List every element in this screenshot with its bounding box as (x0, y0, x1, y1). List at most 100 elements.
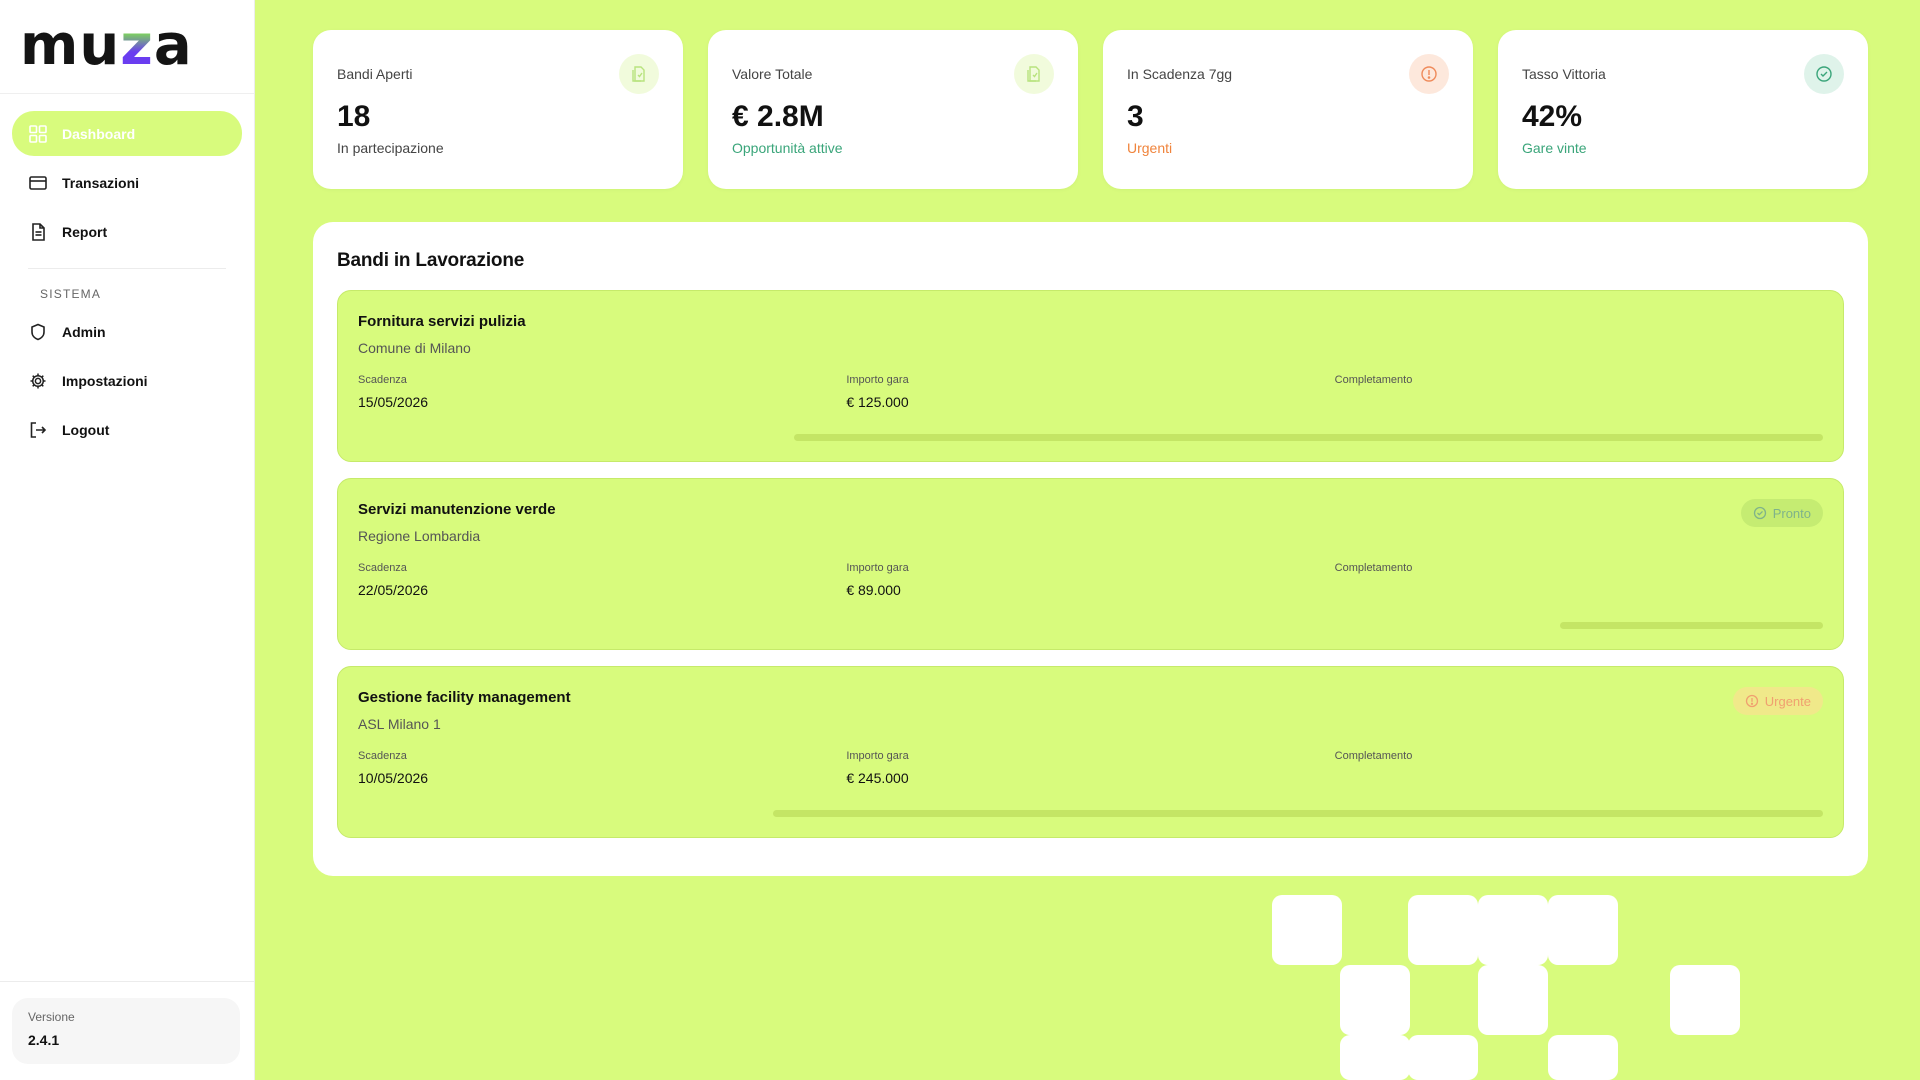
alert-icon (1745, 694, 1759, 708)
stat-label: In Scadenza 7gg (1127, 66, 1233, 82)
deadline-col: Scadenza 10/05/2026 (358, 750, 846, 786)
stat-card-bandi-aperti[interactable]: Bandi Aperti 18 In partecipazione (313, 30, 683, 189)
sidebar-item-label: Transazioni (62, 174, 140, 191)
amount-label: Importo gara (846, 374, 909, 386)
logout-icon (28, 420, 48, 440)
amount-label: Importo gara (846, 750, 909, 762)
stat-label: Valore Totale (732, 66, 813, 82)
decorative-square (1340, 1035, 1410, 1080)
deadline-value: 15/05/2026 (358, 394, 429, 410)
tender-card[interactable]: Servizi manutenzione verde Regione Lomba… (337, 478, 1844, 650)
sidebar-item-label: Logout (62, 421, 110, 438)
amount-value: € 245.000 (846, 770, 909, 786)
tender-org: ASL Milano 1 (358, 716, 441, 732)
decorative-square (1670, 965, 1740, 1035)
document-icon (619, 54, 659, 94)
sidebar-footer-divider (0, 981, 254, 982)
badge-label: Urgente (1764, 693, 1811, 709)
completion-col: Completamento (1335, 562, 1823, 598)
main-content: Bandi Aperti 18 In partecipazione Valore… (255, 0, 1920, 1080)
nav-divider (28, 268, 226, 269)
completion-col: Completamento (1335, 750, 1823, 786)
amount-col: Importo gara € 245.000 (846, 750, 1334, 786)
completion-progress-bar (1560, 622, 1823, 629)
completion-progress-bar (794, 434, 1823, 441)
sidebar-item-admin[interactable]: Admin (12, 309, 242, 354)
stat-value: 42% (1522, 100, 1583, 133)
version-value: 2.4.1 (28, 1032, 60, 1048)
amount-label: Importo gara (846, 562, 909, 574)
deadline-label: Scadenza (358, 374, 407, 386)
document-icon (1014, 54, 1054, 94)
deadline-value: 10/05/2026 (358, 770, 429, 786)
stat-label: Tasso Vittoria (1522, 66, 1606, 82)
tender-title: Gestione facility management (358, 689, 571, 706)
brand-logo[interactable]: muza (20, 18, 254, 74)
stat-value: € 2.8M (732, 100, 824, 133)
sidebar-item-dashboard[interactable]: Dashboard (12, 111, 242, 156)
tender-details: Scadenza 15/05/2026 Importo gara € 125.0… (358, 374, 1823, 410)
stat-value: 3 (1127, 100, 1144, 133)
deadline-value: 22/05/2026 (358, 582, 429, 598)
panel-title: Bandi in Lavorazione (337, 250, 525, 271)
stat-card-in-scadenza[interactable]: In Scadenza 7gg 3 Urgenti (1103, 30, 1473, 189)
sidebar-item-impostazioni[interactable]: Impostazioni (12, 358, 242, 403)
deadline-label: Scadenza (358, 750, 407, 762)
amount-value: € 125.000 (846, 394, 909, 410)
completion-col: Completamento (1335, 374, 1823, 410)
deadline-col: Scadenza 22/05/2026 (358, 562, 846, 598)
stat-card-valore-totale[interactable]: Valore Totale € 2.8M Opportunità attive (708, 30, 1078, 189)
decorative-square (1478, 965, 1548, 1035)
version-box: Versione 2.4.1 (12, 998, 240, 1064)
tender-card[interactable]: Fornitura servizi pulizia Comune di Mila… (337, 290, 1844, 462)
decorative-square (1340, 965, 1410, 1035)
stat-subtitle: In partecipazione (337, 140, 444, 156)
decorative-square (1478, 1035, 1548, 1080)
sidebar: muza Dashboard Transazioni Report SISTEM… (0, 0, 255, 1080)
deadline-label: Scadenza (358, 562, 407, 574)
amount-value: € 89.000 (846, 582, 901, 598)
stat-subtitle: Gare vinte (1522, 140, 1587, 156)
completion-progress-bar (773, 810, 1823, 817)
stat-card-tasso-vittoria[interactable]: Tasso Vittoria 42% Gare vinte (1498, 30, 1868, 189)
tender-card[interactable]: Gestione facility management ASL Milano … (337, 666, 1844, 838)
decorative-square (1408, 895, 1478, 965)
amount-col: Importo gara € 89.000 (846, 562, 1334, 598)
sidebar-item-logout[interactable]: Logout (12, 407, 242, 452)
status-badge-ready: Pronto (1740, 499, 1823, 527)
sidebar-item-label: Report (62, 223, 108, 240)
decorative-square (1272, 895, 1342, 965)
card-icon (28, 173, 48, 193)
stat-subtitle: Urgenti (1127, 140, 1173, 156)
completion-label: Completamento (1334, 374, 1413, 386)
tender-org: Regione Lombardia (358, 528, 481, 544)
tender-title: Servizi manutenzione verde (358, 501, 556, 518)
dashboard-icon (28, 124, 48, 144)
sidebar-item-label: Admin (62, 323, 106, 340)
section-label-sistema: SISTEMA (40, 287, 102, 301)
tenders-panel: Bandi in Lavorazione Fornitura servizi p… (313, 222, 1868, 876)
stat-value: 18 (337, 100, 371, 133)
sidebar-item-transazioni[interactable]: Transazioni (12, 160, 242, 205)
sidebar-item-report[interactable]: Report (12, 209, 242, 254)
stat-subtitle: Opportunità attive (732, 140, 843, 156)
main-nav: Dashboard Transazioni Report SISTEMA Adm… (0, 94, 254, 452)
completion-label: Completamento (1334, 750, 1413, 762)
sidebar-item-label: Impostazioni (62, 372, 148, 389)
decorative-square (1548, 895, 1618, 965)
tender-title: Fornitura servizi pulizia (358, 313, 526, 330)
shield-icon (28, 322, 48, 342)
document-icon (28, 222, 48, 242)
stats-row: Bandi Aperti 18 In partecipazione Valore… (313, 30, 1868, 189)
logo-area: muza (0, 0, 254, 94)
tender-org: Comune di Milano (358, 340, 471, 356)
decorative-square (1408, 1035, 1478, 1080)
decorative-square (1478, 895, 1548, 965)
decorative-square (1548, 1035, 1618, 1080)
tender-details: Scadenza 22/05/2026 Importo gara € 89.00… (358, 562, 1823, 598)
check-circle-icon (1804, 54, 1844, 94)
deadline-col: Scadenza 15/05/2026 (358, 374, 846, 410)
version-label: Versione (28, 1010, 75, 1024)
gear-icon (28, 371, 48, 391)
completion-label: Completamento (1334, 562, 1413, 574)
